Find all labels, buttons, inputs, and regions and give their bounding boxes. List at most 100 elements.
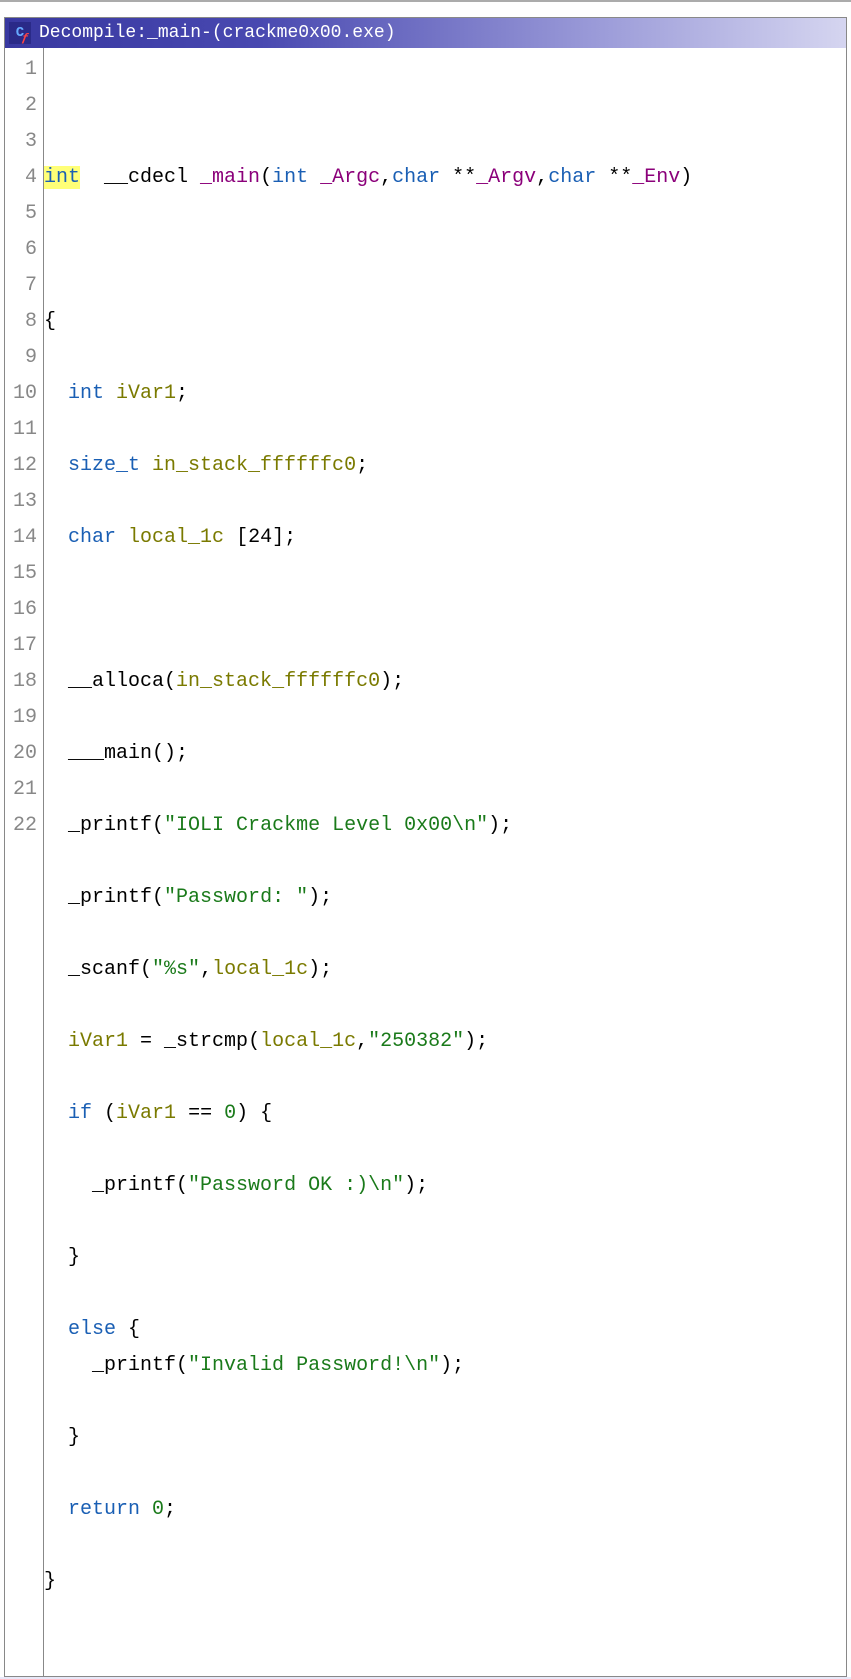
token-string: "IOLI Crackme Level 0x00\n" xyxy=(164,814,488,837)
code-line[interactable]: __alloca(in_stack_ffffffc0); xyxy=(44,664,692,700)
token xyxy=(44,454,68,477)
line-number[interactable]: 1 xyxy=(9,52,37,88)
token-var: iVar1 xyxy=(116,1102,188,1125)
line-number[interactable]: 10 xyxy=(9,376,37,412)
token: __cdecl xyxy=(104,166,200,189)
line-number[interactable]: 13 xyxy=(9,484,37,520)
line-number[interactable]: 12 xyxy=(9,448,37,484)
code-line[interactable]: ___main(); xyxy=(44,736,692,772)
line-number[interactable]: 16 xyxy=(9,592,37,628)
title-sep: - xyxy=(201,23,212,43)
code-body[interactable]: int __cdecl _main(int _Argc,char **_Argv… xyxy=(44,48,696,1676)
code-line[interactable]: int __cdecl _main(int _Argc,char **_Argv… xyxy=(44,160,692,196)
code-line[interactable]: int iVar1; xyxy=(44,376,692,412)
token: ( xyxy=(248,1030,260,1053)
token: ; xyxy=(176,382,188,405)
token xyxy=(44,1174,92,1197)
line-number[interactable]: 17 xyxy=(9,628,37,664)
token-func: __alloca xyxy=(68,670,164,693)
code-line[interactable]: size_t in_stack_ffffffc0; xyxy=(44,448,692,484)
token: ( xyxy=(140,958,152,981)
token xyxy=(44,1354,92,1377)
token-number: 0 xyxy=(224,1102,236,1125)
line-number[interactable]: 4 xyxy=(9,160,37,196)
line-number[interactable]: 18 xyxy=(9,664,37,700)
token: { xyxy=(128,1318,140,1341)
token: ) xyxy=(680,166,692,189)
token-type: char xyxy=(68,526,128,549)
token xyxy=(44,382,68,405)
code-line[interactable]: _scanf("%s",local_1c); xyxy=(44,952,692,988)
code-area: 1 2 3 4 5 6 7 8 9 10 11 12 13 14 15 16 1… xyxy=(5,48,846,1676)
line-number[interactable]: 8 xyxy=(9,304,37,340)
line-number[interactable]: 3 xyxy=(9,124,37,160)
line-number[interactable]: 11 xyxy=(9,412,37,448)
token: ( xyxy=(152,814,164,837)
token-keyword: return xyxy=(68,1498,152,1521)
token-func: _strcmp xyxy=(164,1030,248,1053)
line-number[interactable]: 22 xyxy=(9,808,37,844)
token: () xyxy=(152,742,176,765)
line-number[interactable]: 15 xyxy=(9,556,37,592)
token: , xyxy=(356,1030,368,1053)
token: ; xyxy=(476,1030,488,1053)
code-line[interactable]: _printf("Password OK :)\n"); xyxy=(44,1168,692,1204)
code-line[interactable]: _printf("IOLI Crackme Level 0x00\n"); xyxy=(44,808,692,844)
token-func: ___main xyxy=(68,742,152,765)
line-number[interactable]: 7 xyxy=(9,268,37,304)
line-number[interactable]: 20 xyxy=(9,736,37,772)
token-identifier: _Argc xyxy=(320,166,380,189)
token-string: "Password: " xyxy=(164,886,308,909)
token-func: _printf xyxy=(92,1174,176,1197)
token: ( xyxy=(152,886,164,909)
code-line[interactable]: if (iVar1 == 0) { xyxy=(44,1096,692,1132)
code-line[interactable]: return 0; xyxy=(44,1492,692,1528)
token xyxy=(44,670,68,693)
line-number[interactable]: 5 xyxy=(9,196,37,232)
code-line[interactable] xyxy=(44,592,692,628)
code-line[interactable] xyxy=(44,88,692,124)
token: ; xyxy=(392,670,404,693)
token: ( xyxy=(176,1174,188,1197)
code-line[interactable]: _printf("Password: "); xyxy=(44,880,692,916)
token xyxy=(44,1246,68,1269)
token: } xyxy=(68,1246,80,1269)
token: ) xyxy=(380,670,392,693)
code-line[interactable]: } xyxy=(44,1564,692,1600)
token xyxy=(44,526,68,549)
token-string: "250382" xyxy=(368,1030,464,1053)
code-line[interactable]: _printf("Invalid Password!\n"); xyxy=(44,1348,692,1384)
title-context: (crackme0x00.exe) xyxy=(212,23,396,43)
line-number[interactable]: 21 xyxy=(9,772,37,808)
token xyxy=(44,814,68,837)
token: ) xyxy=(464,1030,476,1053)
code-line[interactable]: } xyxy=(44,1420,692,1456)
token: ** xyxy=(452,166,476,189)
token xyxy=(44,1030,68,1053)
token-func: _printf xyxy=(68,814,152,837)
line-number[interactable]: 9 xyxy=(9,340,37,376)
token: , xyxy=(380,166,392,189)
code-line[interactable]: char local_1c [24]; xyxy=(44,520,692,556)
code-line[interactable]: { xyxy=(44,304,692,340)
token: ; xyxy=(176,742,188,765)
token: ( xyxy=(260,166,272,189)
line-number[interactable]: 19 xyxy=(9,700,37,736)
token: ; xyxy=(416,1174,428,1197)
code-line[interactable]: iVar1 = _strcmp(local_1c,"250382"); xyxy=(44,1024,692,1060)
line-number[interactable]: 14 xyxy=(9,520,37,556)
decompile-icon: C xyxy=(9,22,31,44)
token-string: "Password OK :)\n" xyxy=(188,1174,404,1197)
token: ** xyxy=(608,166,632,189)
line-number[interactable]: 6 xyxy=(9,232,37,268)
code-line[interactable]: } xyxy=(44,1240,692,1276)
code-line[interactable]: else { xyxy=(44,1318,140,1341)
token: ; xyxy=(164,1498,176,1521)
decompile-window: C Decompile: _main - (crackme0x00.exe) 1… xyxy=(4,17,847,1677)
titlebar[interactable]: C Decompile: _main - (crackme0x00.exe) xyxy=(5,18,846,48)
line-number-gutter: 1 2 3 4 5 6 7 8 9 10 11 12 13 14 15 16 1… xyxy=(5,48,44,1676)
token-var: local_1c xyxy=(212,958,308,981)
line-number[interactable]: 2 xyxy=(9,88,37,124)
code-line[interactable] xyxy=(44,232,692,268)
token: ) xyxy=(308,886,320,909)
